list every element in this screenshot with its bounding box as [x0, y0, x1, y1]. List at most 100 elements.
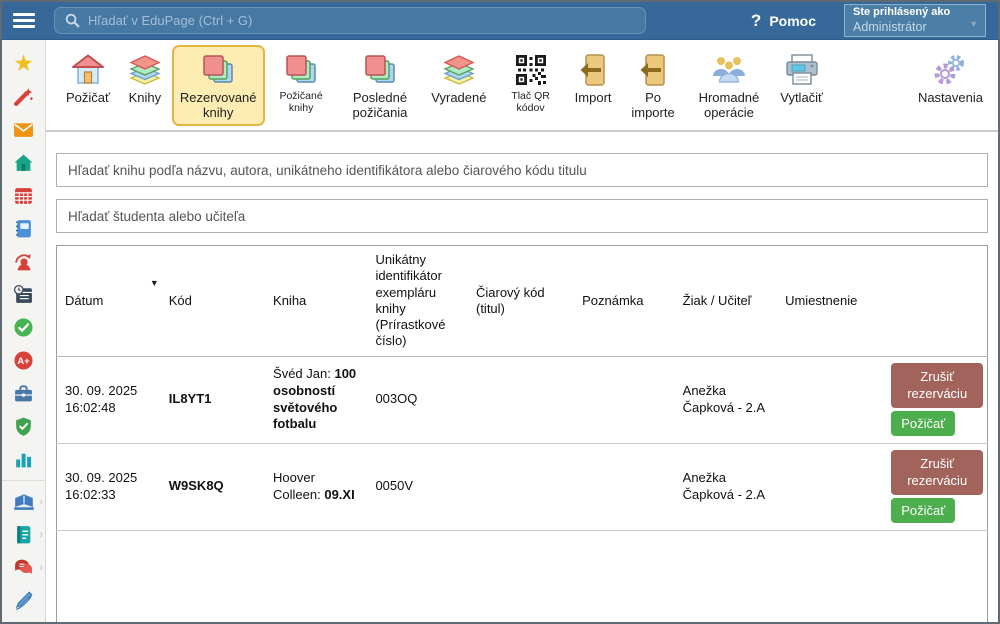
borrow-button[interactable]: Požičať	[891, 498, 955, 523]
toolbar-label: Knihy	[129, 91, 162, 106]
sidebar-item-documents[interactable]: ›	[2, 518, 45, 551]
cancel-reservation-button[interactable]: Zrušiť rezerváciu	[891, 363, 983, 409]
cell-kniha: Švéd Jan: 100 osobností světového fotbal…	[265, 356, 367, 443]
toolbar-item-import[interactable]: Import	[567, 45, 620, 112]
toolbar-label: Vytlačiť	[780, 91, 823, 106]
toolbar-item-pozicane-knihy[interactable]: Požičané knihy	[266, 45, 337, 121]
printer-icon	[784, 52, 820, 88]
sidebar-item-home[interactable]	[2, 146, 45, 179]
chevron-down-icon: ▼	[969, 19, 978, 29]
attendance-check-icon	[13, 317, 34, 338]
substitution-icon	[13, 251, 34, 272]
sidebar-item-chat[interactable]: ›	[2, 551, 45, 584]
sidebar-item-attendance[interactable]	[2, 311, 45, 344]
toolbar-item-posledne-pozicania[interactable]: Posledné požičania	[338, 45, 423, 126]
sidebar-separator	[2, 480, 45, 481]
notebook-icon	[13, 218, 34, 239]
toolbar-item-knihy[interactable]: Knihy	[119, 45, 171, 112]
book-author: Hoover Colleen:	[273, 470, 324, 502]
top-bar: ? Pomoc Ste prihlásený ako Administrátor…	[2, 2, 998, 40]
sidebar-item-grades[interactable]: A+	[2, 344, 45, 377]
qr-code-icon	[514, 52, 548, 88]
cell-datum: 30. 09. 2025 16:02:48	[57, 356, 161, 443]
sidebar-item-results[interactable]	[2, 443, 45, 476]
book-stack-icon	[127, 52, 163, 88]
import-icon	[575, 52, 611, 88]
help-question-icon: ?	[751, 11, 761, 31]
cell-datum: 30. 09. 2025 16:02:33	[57, 443, 161, 530]
column-header-poznamka[interactable]: Poznámka	[574, 246, 675, 357]
column-header-kod[interactable]: Kód	[161, 246, 265, 357]
table-row: 30. 09. 2025 16:02:48 IL8YT1 Švéd Jan: 1…	[57, 356, 988, 443]
column-header-ciarovy-kod[interactable]: Čiarový kód (titul)	[468, 246, 574, 357]
toolbar-item-vytlacit[interactable]: Vytlačiť	[772, 45, 831, 112]
help-label: Pomoc	[769, 13, 816, 29]
sidebar-item-security[interactable]	[2, 410, 45, 443]
timetable-icon	[13, 185, 34, 206]
chevron-right-icon: ›	[39, 496, 43, 508]
sidebar-item-favorites[interactable]: ★	[2, 47, 45, 80]
sidebar-item-planner[interactable]	[2, 278, 45, 311]
column-header-unikatny-identifikator[interactable]: Unikátny identifikátor exempláru knihy (…	[367, 246, 468, 357]
cell-actions: Zrušiť rezerváciu Požičať	[883, 443, 987, 530]
shield-check-icon	[13, 416, 34, 437]
book-title: 09.XI	[324, 487, 354, 502]
cell-unikatny: 0050V	[367, 443, 468, 530]
star-icon: ★	[13, 52, 34, 75]
discarded-books-icon	[441, 52, 477, 88]
cancel-reservation-button[interactable]: Zrušiť rezerváciu	[891, 450, 983, 496]
house-icon	[70, 52, 106, 88]
column-header-kniha[interactable]: Kniha	[265, 246, 367, 357]
sidebar-item-classbook[interactable]	[2, 212, 45, 245]
toolbar-item-pozicat[interactable]: Požičať	[58, 45, 118, 112]
toolbar-item-po-importe[interactable]: Po importe	[621, 45, 686, 126]
column-header-ziak-ucitel[interactable]: Žiak / Učiteľ	[675, 246, 777, 357]
book-search-input[interactable]	[56, 153, 988, 187]
toolbar-label: Hromadné operácie	[695, 91, 764, 120]
briefcase-icon	[13, 383, 34, 404]
documents-icon	[13, 524, 34, 545]
borrowed-books-icon	[283, 52, 319, 88]
sidebar-item-messages[interactable]	[2, 113, 45, 146]
column-header-datum[interactable]: Dátum▼	[57, 246, 161, 357]
toolbar-item-rezervovane-knihy[interactable]: Rezervované knihy	[172, 45, 265, 126]
toolbar-label: Rezervované knihy	[180, 91, 257, 120]
grades-icon: A+	[13, 350, 34, 371]
topbar-right: ? Pomoc Ste prihlásený ako Administrátor…	[751, 4, 998, 37]
toolbar-label: Nastavenia	[918, 91, 983, 106]
toolbar-item-hromadne-operacie[interactable]: Hromadné operácie	[687, 45, 772, 126]
cell-kniha: Hoover Colleen: 09.XI	[265, 443, 367, 530]
sidebar-item-library[interactable]: ›	[2, 485, 45, 518]
logged-in-user-dropdown[interactable]: Ste prihlásený ako Administrátor ▼	[844, 4, 986, 37]
pen-icon	[13, 590, 34, 611]
toolbar-label: Tlač QR kódov	[503, 91, 557, 115]
chevron-right-icon: ›	[39, 529, 43, 541]
sidebar-item-assignments[interactable]	[2, 377, 45, 410]
global-search[interactable]	[54, 7, 646, 34]
sidebar-item-substitution[interactable]	[2, 245, 45, 278]
empty-filler-row	[57, 530, 988, 624]
global-search-input[interactable]	[88, 13, 635, 28]
reserved-books-icon	[200, 52, 236, 88]
reservations-table: Dátum▼ Kód Kniha Unikátny identifikátor …	[56, 245, 988, 624]
logged-in-as-label: Ste prihlásený ako	[853, 6, 977, 20]
toolbar-item-nastavenia[interactable]: Nastavenia	[910, 45, 991, 112]
toolbar-item-vyradene[interactable]: Vyradené	[423, 45, 494, 112]
borrow-button[interactable]: Požičať	[891, 411, 955, 436]
svg-text:A+: A+	[17, 356, 30, 367]
toolbar-label: Import	[575, 91, 612, 106]
student-search-input[interactable]	[56, 199, 988, 233]
wand-icon	[13, 86, 34, 107]
sidebar-item-sign[interactable]	[2, 584, 45, 617]
help-button[interactable]: ? Pomoc	[751, 11, 816, 31]
sidebar-item-wizard[interactable]	[2, 80, 45, 113]
toolbar-item-tlac-qr-kodov[interactable]: Tlač QR kódov	[495, 45, 565, 121]
hamburger-menu-icon[interactable]	[2, 13, 46, 28]
table-header-row: Dátum▼ Kód Kniha Unikátny identifikátor …	[57, 246, 988, 357]
group-people-icon	[711, 52, 747, 88]
recent-loans-icon	[362, 52, 398, 88]
toolbar-label: Vyradené	[431, 91, 486, 106]
sidebar-item-timetable[interactable]	[2, 179, 45, 212]
left-sidebar: ★	[2, 40, 46, 622]
column-header-umiestnenie[interactable]: Umiestnenie	[777, 246, 883, 357]
